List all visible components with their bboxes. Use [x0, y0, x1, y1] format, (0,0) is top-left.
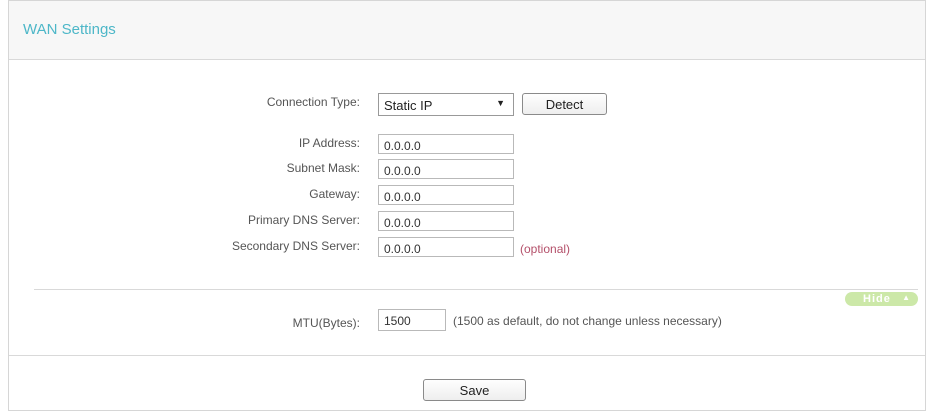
optional-hint: (optional): [520, 242, 571, 256]
panel-header: WAN Settings: [9, 0, 925, 60]
connection-type-select[interactable]: Static IP ▼: [378, 93, 514, 116]
settings-panel: [8, 0, 926, 411]
ip-address-label: IP Address:: [298, 136, 360, 150]
ip-address-input[interactable]: 0.0.0.0: [378, 134, 514, 154]
page-title: WAN Settings: [23, 21, 116, 38]
advanced-divider: [34, 289, 918, 290]
dropdown-arrow-icon: ▼: [496, 98, 505, 108]
connection-type-value: Static IP: [384, 98, 433, 113]
primary-dns-input[interactable]: 0.0.0.0: [378, 211, 514, 231]
mtu-note: (1500 as default, do not change unless n…: [453, 314, 722, 328]
primary-dns-label: Primary DNS Server:: [247, 213, 360, 227]
gateway-label: Gateway:: [309, 187, 360, 201]
hide-advanced-toggle[interactable]: Hide ▲: [845, 292, 918, 306]
mtu-input[interactable]: 1500: [378, 309, 446, 331]
secondary-dns-input[interactable]: 0.0.0.0: [378, 237, 514, 257]
save-button[interactable]: Save: [423, 379, 526, 401]
gateway-input[interactable]: 0.0.0.0: [378, 185, 514, 205]
mtu-label: MTU(Bytes):: [292, 316, 360, 330]
hide-toggle-label: Hide: [863, 293, 891, 305]
secondary-dns-label: Secondary DNS Server:: [231, 239, 360, 253]
connection-type-label: Connection Type:: [266, 95, 360, 109]
caret-up-icon: ▲: [902, 293, 911, 302]
subnet-mask-label: Subnet Mask:: [286, 161, 360, 175]
subnet-mask-input[interactable]: 0.0.0.0: [378, 159, 514, 179]
detect-button[interactable]: Detect: [522, 93, 607, 115]
footer-divider: [9, 355, 925, 356]
